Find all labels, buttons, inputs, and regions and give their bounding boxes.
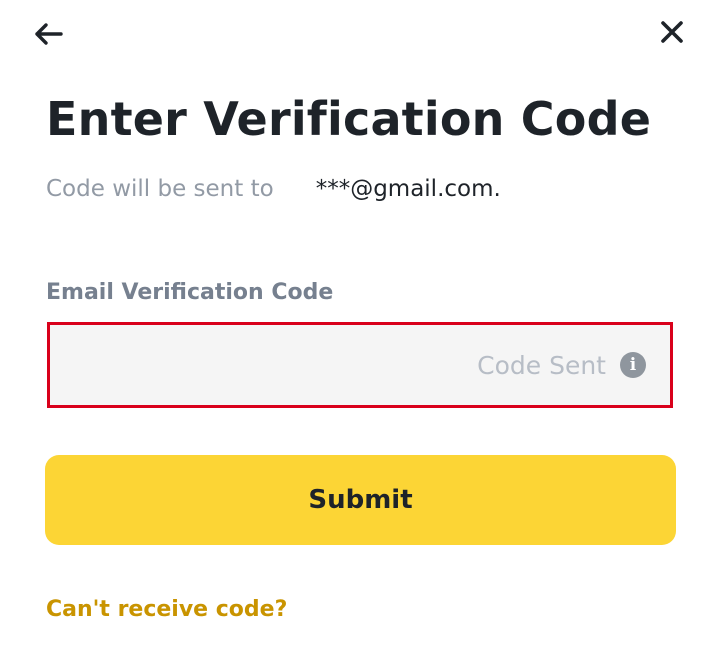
sent-to-email: ***@gmail.com. [315,176,501,202]
sent-to-label: Code will be sent to [46,176,274,202]
back-button[interactable] [28,14,68,54]
cant-receive-code-link[interactable]: Can't receive code? [46,597,287,622]
email-code-input[interactable] [50,325,670,405]
sent-to-row: Code will be sent to ***@gmail.com. [46,176,501,202]
close-x-icon [661,21,683,43]
page-title: Enter Verification Code [46,92,652,146]
submit-button[interactable]: Submit [45,455,676,545]
info-icon[interactable]: i [620,352,646,378]
email-code-field[interactable]: Code Sent i [47,322,673,408]
email-code-field-label: Email Verification Code [46,280,334,305]
close-button[interactable] [652,12,692,52]
arrow-left-icon [35,23,63,45]
